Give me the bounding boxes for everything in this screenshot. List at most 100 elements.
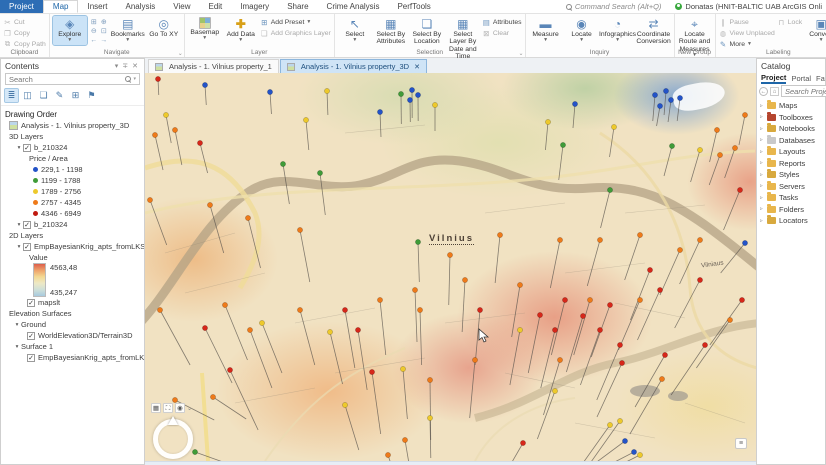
- add-preset-button[interactable]: ⊞Add Preset▼: [260, 17, 331, 27]
- point-feature[interactable]: [607, 422, 612, 427]
- person-icon[interactable]: ◉: [175, 403, 185, 413]
- copy-button[interactable]: ❐Copy: [3, 28, 46, 38]
- catalog-item-databases[interactable]: ▹Databases: [757, 135, 825, 147]
- point-feature[interactable]: [517, 282, 522, 287]
- point-feature[interactable]: [297, 227, 302, 232]
- zoom-full-extent-icon[interactable]: ⊞: [89, 18, 99, 27]
- expander-icon[interactable]: ▹: [760, 218, 767, 224]
- map-canvas[interactable]: Vilnius Vilniaus ▦⛶◉⌄ ≡: [145, 73, 756, 461]
- point-feature[interactable]: [398, 91, 403, 96]
- catalog-item-tasks[interactable]: ▹Tasks: [757, 192, 825, 204]
- expander-icon[interactable]: ▹: [760, 160, 767, 166]
- catalog-item-locators[interactable]: ▹Locators: [757, 215, 825, 227]
- measure-button[interactable]: ▬Measure▼: [529, 16, 563, 45]
- point-feature[interactable]: [369, 369, 374, 374]
- catalog-item-toolboxes[interactable]: ▹Toolboxes: [757, 112, 825, 124]
- infographics-button[interactable]: ◔Infographics▼: [601, 16, 635, 45]
- point-feature[interactable]: [202, 82, 207, 87]
- point-feature[interactable]: [497, 232, 502, 237]
- navigator-ring[interactable]: [153, 419, 193, 459]
- point-feature[interactable]: [560, 142, 565, 147]
- expander-icon[interactable]: ▹: [760, 126, 767, 132]
- point-feature[interactable]: [572, 101, 577, 106]
- more-button[interactable]: ✎More▼: [719, 39, 775, 49]
- point-feature[interactable]: [597, 327, 602, 332]
- expander-icon[interactable]: ▹: [760, 183, 767, 189]
- point-feature[interactable]: [342, 402, 347, 407]
- point-feature[interactable]: [697, 277, 702, 282]
- point-feature[interactable]: [622, 438, 627, 443]
- contents-row-mapslt[interactable]: ✓mapslt: [1, 297, 144, 308]
- point-feature[interactable]: [202, 325, 207, 330]
- point-feature[interactable]: [267, 89, 272, 94]
- point-feature[interactable]: [637, 297, 642, 302]
- point-feature[interactable]: [327, 329, 332, 334]
- overlay-chevron-icon[interactable]: ⌄: [187, 405, 192, 412]
- expander-icon[interactable]: ▾: [15, 222, 23, 228]
- point-feature[interactable]: [377, 109, 382, 114]
- point-feature[interactable]: [155, 76, 160, 81]
- go-to-xy-button[interactable]: ◎Go To XY: [147, 16, 181, 39]
- point-feature[interactable]: [462, 277, 467, 282]
- point-feature[interactable]: [415, 92, 420, 97]
- copy-path-button[interactable]: ⧉Copy Path: [3, 39, 46, 49]
- point-feature[interactable]: [297, 307, 302, 312]
- contents-row-229-1-1198[interactable]: 229,1 - 1198: [1, 164, 144, 175]
- scene-navigator[interactable]: [151, 417, 195, 461]
- point-feature[interactable]: [415, 239, 420, 244]
- point-feature[interactable]: [207, 202, 212, 207]
- point-feature[interactable]: [400, 366, 405, 371]
- point-feature[interactable]: [611, 124, 616, 129]
- point-feature[interactable]: [631, 449, 636, 454]
- pin-icon[interactable]: ∓: [120, 62, 130, 70]
- list-by-labeling-icon[interactable]: ⚑: [85, 89, 98, 102]
- point-feature[interactable]: [222, 302, 227, 307]
- point-feature[interactable]: [280, 161, 285, 166]
- fullscreen-icon[interactable]: ⛶: [163, 403, 173, 413]
- point-feature[interactable]: [607, 187, 612, 192]
- bookmarks-button[interactable]: ▤Bookmarks▼: [111, 16, 145, 45]
- checkbox[interactable]: ✓: [27, 354, 35, 362]
- point-feature[interactable]: [377, 297, 382, 302]
- checkbox[interactable]: ✓: [23, 221, 31, 229]
- point-feature[interactable]: [259, 320, 264, 325]
- point-feature[interactable]: [617, 418, 622, 423]
- zoom-selection-icon[interactable]: ⊡: [99, 27, 109, 36]
- point-feature[interactable]: [324, 88, 329, 93]
- convert-button[interactable]: ▣Convert▼: [804, 16, 826, 45]
- pause-button[interactable]: ∥Pause: [719, 17, 775, 27]
- list-by-selection-icon[interactable]: ❏: [37, 89, 50, 102]
- point-feature[interactable]: [409, 87, 414, 92]
- back-arrow-icon[interactable]: ←: [759, 87, 768, 96]
- coordinate-conversion-button[interactable]: ⇄Coordinate Conversion: [637, 16, 671, 47]
- point-feature[interactable]: [303, 117, 308, 122]
- catalog-search[interactable]: [781, 85, 826, 97]
- point-feature[interactable]: [477, 307, 482, 312]
- contents-row-1199-1788[interactable]: 1199 - 1788: [1, 175, 144, 186]
- point-feature[interactable]: [668, 97, 673, 102]
- account-menu[interactable]: Donatas (HNIT-BALTIC UAB ArcGIS Onli: [675, 2, 822, 11]
- point-feature[interactable]: [472, 357, 477, 362]
- expander-icon[interactable]: ▹: [760, 195, 767, 201]
- point-feature[interactable]: [402, 437, 407, 442]
- ribbon-tab-view[interactable]: View: [164, 0, 199, 13]
- point-feature[interactable]: [552, 327, 557, 332]
- view-tab-analysis-1-vilnius-property-3d[interactable]: Analysis - 1. Vilnius property_3D✕: [280, 59, 427, 73]
- checkbox[interactable]: ✓: [27, 332, 35, 340]
- contents-row-worldelevation3d-terrain3d[interactable]: ✓WorldElevation3D/Terrain3D: [1, 330, 144, 341]
- point-feature[interactable]: [557, 357, 562, 362]
- point-feature[interactable]: [427, 415, 432, 420]
- ribbon-tab-map[interactable]: Map: [43, 0, 79, 13]
- pane-menu-icon[interactable]: ▾: [113, 62, 121, 70]
- point-feature[interactable]: [617, 342, 622, 347]
- search-options-chevron-icon[interactable]: ▾: [133, 76, 136, 82]
- point-feature[interactable]: [657, 287, 662, 292]
- expander-icon[interactable]: ▹: [760, 103, 767, 109]
- point-feature[interactable]: [742, 112, 747, 117]
- point-feature[interactable]: [727, 317, 732, 322]
- catalog-tab-project[interactable]: Project: [761, 73, 786, 84]
- contents-row-4346-6949[interactable]: 4346 - 6949: [1, 208, 144, 219]
- ribbon-tab-imagery[interactable]: Imagery: [231, 0, 278, 13]
- point-feature[interactable]: [647, 267, 652, 272]
- dialog-launcher-icon[interactable]: ⌄: [519, 50, 524, 57]
